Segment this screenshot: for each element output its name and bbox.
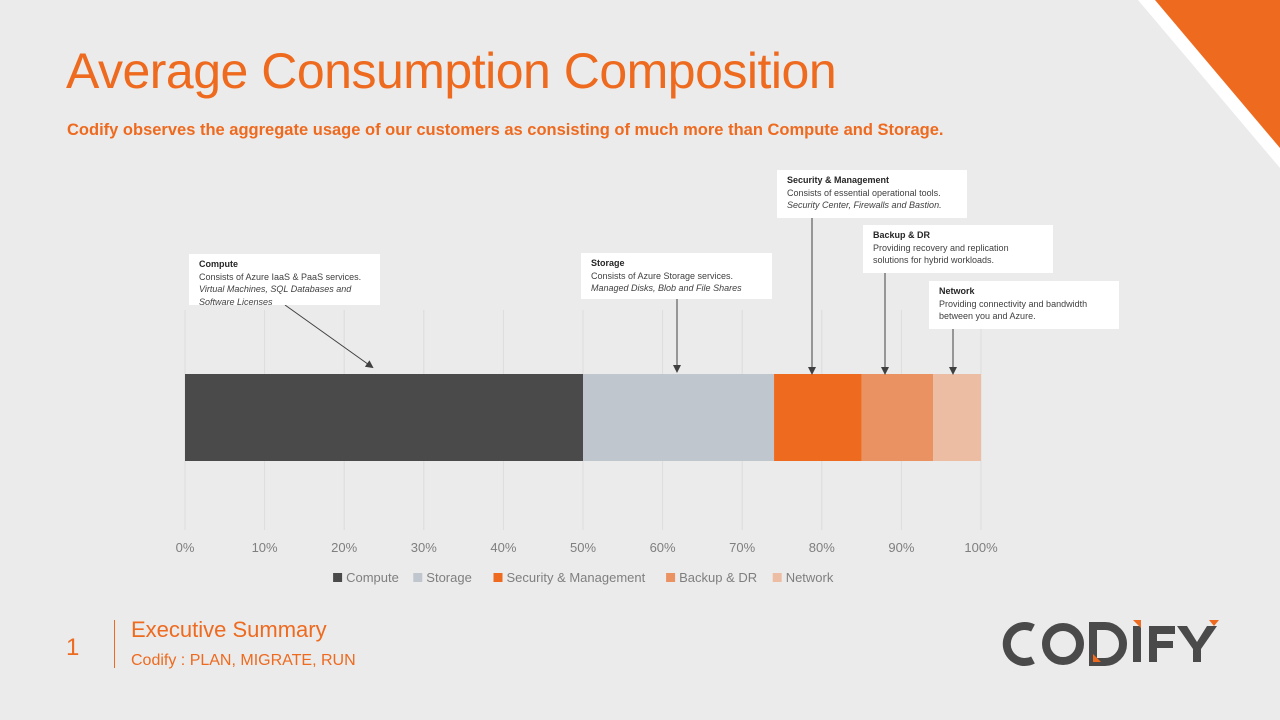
x-tick-label: 0%	[176, 540, 195, 555]
callout-text: Consists of essential operational tools.	[787, 187, 941, 198]
codify-logo: CODIFY	[1002, 620, 1219, 666]
legend-label: Storage	[426, 570, 472, 585]
legend-label: Network	[786, 570, 834, 585]
x-tick-label: 20%	[331, 540, 357, 555]
callout-title: Backup & DR	[873, 230, 931, 240]
legend-swatch	[333, 573, 343, 582]
callout-arrow-1	[284, 304, 374, 369]
legend-label: Security & Management	[507, 570, 646, 585]
page-number: 1	[66, 634, 80, 661]
x-tick-label: 10%	[252, 540, 278, 555]
footer-section-title: Executive Summary	[131, 617, 327, 642]
callout-security: Security & Management Consists of essent…	[777, 170, 967, 218]
bar-segment-backup-dr	[861, 374, 934, 461]
bar-segment-network	[933, 374, 981, 461]
footer-divider	[114, 620, 115, 668]
legend-swatch	[413, 573, 423, 582]
chart-bars	[185, 374, 981, 461]
callout-network: Network Providing connectivity and bandw…	[929, 281, 1119, 329]
callout-text: Providing connectivity and bandwidth bet…	[939, 298, 1088, 322]
x-tick-label: 90%	[888, 540, 914, 555]
callout-text: Consists of Azure IaaS & PaaS services.	[199, 271, 362, 282]
callout-title: Security & Management	[787, 175, 890, 185]
x-tick-label: 60%	[650, 540, 676, 555]
x-tick-label: 40%	[490, 540, 516, 555]
callout-text: Providing recovery and replication solut…	[873, 242, 1009, 266]
callout-italic: Managed Disks, Blob and File Shares	[591, 283, 742, 293]
callout-italic: Security Center, Firewalls and Bastion.	[787, 200, 942, 210]
bar-segment-compute	[185, 374, 583, 461]
legend-label: Compute	[346, 570, 399, 585]
chart-legend: Compute Storage Security & Management Backu…	[333, 570, 834, 585]
x-tick-label: 80%	[809, 540, 835, 555]
x-axis-ticks: 0% 10% 20% 30% 40% 50% 60% 70% 80% 90% 100%	[176, 540, 998, 555]
x-tick-label: 70%	[729, 540, 755, 555]
callout-title: Network	[939, 286, 975, 296]
callout-backup: Backup & DR Providing recovery and repli…	[863, 225, 1053, 273]
legend-swatch	[666, 573, 676, 582]
x-tick-label: 50%	[570, 540, 596, 555]
callout-title: Compute	[199, 259, 238, 269]
x-tick-label: 30%	[411, 540, 437, 555]
legend-swatch	[493, 573, 503, 582]
legend-label: Backup & DR	[679, 570, 757, 585]
callout-storage: Storage Consists of Azure Storage servic…	[581, 253, 772, 299]
footer-section-subtitle: Codify : PLAN, MIGRATE, RUN	[131, 652, 356, 669]
bar-segment-security-management	[774, 374, 862, 461]
callout-compute: Compute Consists of Azure IaaS & PaaS se…	[189, 254, 380, 307]
callout-italic: Virtual Machines, SQL Databases and Soft…	[199, 284, 352, 307]
callout-title: Storage	[591, 258, 625, 268]
callout-text: Consists of Azure Storage services.	[591, 270, 734, 281]
legend-swatch	[772, 573, 782, 582]
bar-segment-storage	[583, 374, 775, 461]
x-tick-label: 100%	[964, 540, 998, 555]
